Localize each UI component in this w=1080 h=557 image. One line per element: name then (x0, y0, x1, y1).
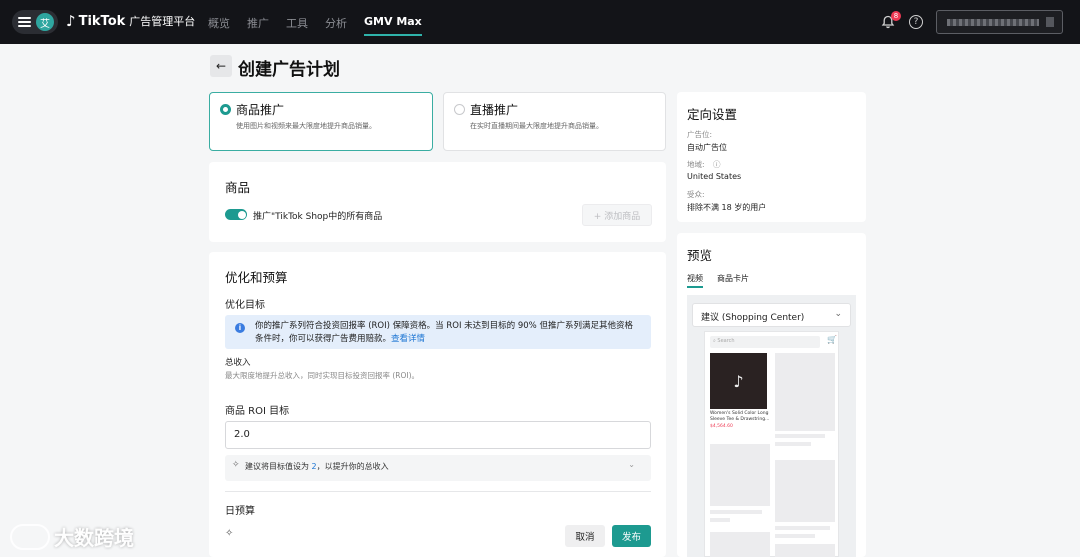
brand-sub: 广告管理平台 (129, 15, 196, 28)
optimization-card: 优化和预算 优化目标 i 你的推广系列符合投资回报率 (ROI) 保障资格。当 … (209, 252, 666, 557)
targeting-card: 定向设置 广告位: 自动广告位 地域: ⓘ United States 受众: … (677, 92, 866, 222)
avatar[interactable]: 艾 (36, 13, 54, 31)
all-products-toggle[interactable] (225, 209, 247, 220)
placeholder-line (710, 510, 762, 514)
sparkle-icon: ✧ (225, 528, 234, 539)
promo-type-live[interactable]: 直播推广 在实时直播期间最大限度地提升商品销量。 (443, 92, 666, 151)
placeholder-card (710, 444, 770, 506)
placement-select[interactable]: 建议 (Shopping Center) ⌄ (692, 303, 851, 327)
region-value: United States (687, 172, 742, 181)
product-name: Women's Solid Color Long Sleeve Tee & Dr… (710, 411, 770, 423)
chevron-down-icon: ⌄ (834, 309, 842, 319)
tab-product-card[interactable]: 商品卡片 (717, 273, 749, 284)
divider (225, 491, 651, 492)
radio-selected[interactable] (220, 104, 231, 115)
nav-analytics[interactable]: 分析 (325, 15, 347, 33)
chevron-down-icon: ⌄ (628, 460, 635, 469)
placeholder-line (775, 534, 815, 538)
all-products-label: 推广"TikTok Shop中的所有商品 (253, 212, 383, 222)
nav-tools[interactable]: 工具 (286, 15, 308, 33)
add-product-button[interactable]: + 添加商品 (582, 204, 652, 226)
nav-overview[interactable]: 概览 (208, 15, 230, 33)
view-details-link[interactable]: 查看详情 (391, 334, 425, 344)
promo-type-desc: 使用图片和视频来最大限度地提升商品销量。 (236, 122, 376, 130)
brand-name: TikTok (78, 13, 126, 29)
products-title: 商品 (225, 180, 251, 195)
placeholder-line (775, 434, 825, 438)
arrow-left-icon: ← (215, 59, 227, 73)
account-selector[interactable] (936, 10, 1063, 34)
promo-type-desc: 在实时直播期间最大限度地提升商品销量。 (470, 122, 603, 130)
info-text: 你的推广系列符合投资回报率 (ROI) 保障资格。当 ROI 未达到目标的 90… (255, 321, 633, 344)
placement-value: 自动广告位 (687, 143, 727, 152)
promo-type-title: 商品推广 (236, 103, 285, 117)
tiktok-note-icon: ♪ (66, 11, 76, 30)
publish-button[interactable]: 发布 (612, 525, 651, 547)
placeholder-card (775, 353, 835, 431)
product-image: ♪ (710, 353, 767, 409)
goal-label: 优化目标 (225, 300, 265, 311)
placement-label: 广告位: (687, 130, 713, 139)
phone-mockup: ⌕ Search 🛒 ♪ Women's Solid Color Long Sl… (704, 331, 839, 557)
radio-unselected[interactable] (454, 104, 465, 115)
back-button[interactable]: ← (210, 55, 232, 77)
sparkle-icon: ✧ (232, 460, 240, 470)
gross-revenue-label: 总收入 (225, 358, 251, 368)
roi-guarantee-info: i 你的推广系列符合投资回报率 (ROI) 保障资格。当 ROI 未达到目标的 … (225, 315, 651, 349)
phone-search-bar: ⌕ Search (710, 336, 820, 348)
roi-target-input[interactable]: 2.0 (225, 421, 651, 449)
main-nav: 概览 推广 工具 分析 GMV Max (208, 15, 439, 36)
suggestion-text: 建议将目标值设为 2，以提升你的总收入 (245, 462, 389, 471)
cancel-button[interactable]: 取消 (565, 525, 605, 547)
promo-type-title: 直播推广 (470, 103, 519, 117)
watermark-logo-icon (10, 523, 50, 550)
preview-area: 建议 (Shopping Center) ⌄ ⌕ Search 🛒 ♪ Wome… (687, 295, 856, 557)
watermark-text: 大数跨境 (54, 526, 134, 550)
nav-gmv-max[interactable]: GMV Max (364, 15, 422, 36)
daily-budget-label: 日预算 (225, 506, 255, 517)
preview-card: 预览 视频 商品卡片 建议 (Shopping Center) ⌄ ⌕ Sear… (677, 233, 866, 557)
cart-icon: 🛒 (827, 335, 837, 344)
placeholder-card (775, 460, 835, 522)
promo-type-product[interactable]: 商品推广 使用图片和视频来最大限度地提升商品销量。 (209, 92, 433, 151)
page-title: 创建广告计划 (238, 60, 340, 80)
hamburger-icon (18, 17, 31, 27)
audience-label: 受众: (687, 190, 705, 199)
placeholder-line (775, 526, 830, 530)
optimization-title: 优化和预算 (225, 270, 288, 285)
notification-badge: 8 (891, 11, 901, 21)
placeholder-line (775, 442, 811, 446)
info-icon: ⓘ (713, 160, 721, 169)
gross-revenue-desc: 最大限度地提升总收入，同时实现目标投资回报率 (ROI)。 (225, 371, 420, 380)
tab-video[interactable]: 视频 (687, 273, 703, 288)
audience-value: 排除不满 18 岁的用户 (687, 203, 767, 212)
watermark: 大数跨境 (10, 522, 134, 551)
nav-promote[interactable]: 推广 (247, 15, 269, 33)
account-name-redacted (947, 19, 1039, 26)
product-price: $4,564.60 (710, 424, 733, 429)
products-card: 商品 推广"TikTok Shop中的所有商品 + 添加商品 (209, 162, 666, 242)
roi-suggestion[interactable]: ✧ 建议将目标值设为 2，以提升你的总收入 ⌄ (225, 455, 651, 481)
help-icon[interactable]: ? (909, 15, 923, 29)
placement-select-value: 建议 (Shopping Center) (701, 313, 805, 323)
region-label: 地域: (687, 160, 705, 169)
top-nav-bar: 艾 ♪ TikTok 广告管理平台 概览 推广 工具 分析 GMV Max 8 … (0, 0, 1080, 44)
preview-title: 预览 (687, 248, 713, 263)
targeting-title: 定向设置 (687, 107, 738, 122)
placeholder-line (710, 518, 730, 522)
tiktok-logo[interactable]: ♪ TikTok 广告管理平台 (66, 13, 195, 29)
placeholder-card (775, 544, 835, 557)
roi-target-label: 商品 ROI 目标 (225, 406, 290, 417)
info-icon: i (235, 323, 245, 333)
account-chip-icon (1046, 17, 1054, 27)
placeholder-card (710, 532, 770, 557)
